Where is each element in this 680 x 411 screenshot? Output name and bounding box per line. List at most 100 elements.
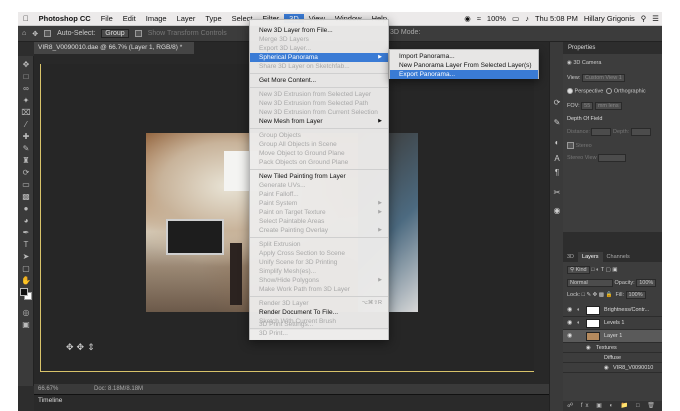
paragraph-panel-icon[interactable]: ¶ [552,168,562,177]
magic-wand-icon[interactable]: ✦ [20,96,32,106]
layer-name[interactable]: Layer 1 [604,330,622,343]
move-tool-icon[interactable]: ✥ [20,60,32,70]
tab-3d[interactable]: 3D [563,252,578,262]
menu-type[interactable]: Type [200,14,226,23]
hand-tool-icon[interactable]: ✋ [20,276,32,286]
tools-preset-icon[interactable]: ✂ [552,188,562,197]
menu-item-new-mesh-from-layer[interactable]: New Mesh from Layer ▶ [250,117,388,126]
list-icon[interactable]: ☰ [649,14,662,23]
dodge-tool-icon[interactable]: ◕ [20,216,32,226]
lasso-tool-icon[interactable]: ∞ [20,84,32,94]
visibility-eye-icon[interactable]: ◉ [586,343,591,353]
move-tool-icon[interactable]: ✥ [32,30,38,38]
menu-item-spherical-panorama[interactable]: Spherical Panorama ▶ [250,53,388,62]
distance-field[interactable] [591,128,612,136]
path-selection-icon[interactable]: ➤ [20,252,32,262]
menu-item-export-panorama[interactable]: Export Panorama... [390,70,538,79]
visibility-eye-icon[interactable]: ◉ [567,304,572,317]
menu-item-render-3d-layer[interactable]: Render 3D Layer ⌥⌘⇧R [250,299,388,308]
character-panel-icon[interactable]: A [552,154,562,163]
menu-item-new-tiled-painting[interactable]: New Tiled Painting from Layer [250,172,388,181]
search-icon[interactable]: ⚲ [638,14,650,23]
wifi-icon[interactable]: ≈ [474,14,484,23]
healing-brush-icon[interactable]: ✚ [20,132,32,142]
kind-dropdown[interactable]: ⚲ Kind [567,266,590,274]
3d-navigation-widget[interactable]: ✥✥⇕ [66,342,98,353]
clock[interactable]: Thu 5:08 PM [532,14,581,23]
menu-item-export-3d-layer[interactable]: Export 3D Layer... [250,44,388,53]
orthographic-radio[interactable] [606,88,613,94]
layer-sublist-item[interactable]: ◉ VIR8_V0090010 [563,363,662,373]
timeline-panel-tab[interactable]: Timeline [34,394,549,411]
menu-item-pack-objects[interactable]: Pack Objects on Ground Plane [250,158,388,167]
show-transform-checkbox[interactable] [134,30,142,37]
menu-item-split-extrusion[interactable]: Split Extrusion [250,240,388,249]
menu-item-paint-system[interactable]: Paint System ▶ [250,199,388,208]
brush-panel-icon[interactable]: ✎ [552,118,562,127]
fov-field[interactable]: 55 [581,102,594,110]
blend-mode-dropdown[interactable]: Normal [567,279,613,287]
layer-row[interactable]: ◉ ◐ Brightness/Contr... [563,304,662,317]
blur-tool-icon[interactable]: ● [20,204,32,214]
menu-item-painting-overlay[interactable]: Create Painting Overlay ▶ [250,226,388,235]
menu-item-group-all-objects[interactable]: Group All Objects in Scene [250,140,388,149]
menu-item-show-hide-polygons[interactable]: Show/Hide Polygons ▶ [250,276,388,285]
visibility-eye-icon[interactable]: ◉ [567,317,572,330]
stereo-checkbox[interactable] [567,142,574,149]
menu-item-select-paintable[interactable]: Select Paintable Areas [250,217,388,226]
menu-item-share-sketchfab[interactable]: Share 3D Layer on Sketchfab... [250,62,388,71]
layer-name[interactable]: Levels 1 [604,317,625,330]
visibility-eye-icon[interactable]: ◉ [567,330,572,343]
menu-item-new-panorama-layer[interactable]: New Panorama Layer From Selected Layer(s… [390,61,538,70]
menu-item-group-objects[interactable]: Group Objects [250,131,388,140]
fov-unit-dropdown[interactable]: mm lens [594,102,622,110]
depth-field[interactable] [630,128,651,136]
layer-thumbnail[interactable] [586,332,600,341]
menu-item-merge-3d-layers[interactable]: Merge 3D Layers [250,35,388,44]
menu-item-3d-print-settings[interactable]: 3D Print Settings... [250,320,388,329]
menu-item-paint-falloff[interactable]: Paint Falloff... [250,190,388,199]
layer-sublist-item[interactable]: ◉ Textures [563,343,662,353]
menu-edit[interactable]: Edit [118,14,141,23]
perspective-radio[interactable] [567,88,573,94]
menu-file[interactable]: File [96,14,118,23]
menu-app[interactable]: Photoshop CC [34,14,96,23]
eraser-icon[interactable]: ▭ [20,180,32,190]
adjustments-panel-icon[interactable]: ◐ [552,138,562,147]
layer-mask-thumbnail[interactable] [586,319,600,328]
crop-tool-icon[interactable]: ⌧ [20,108,32,118]
visibility-eye-icon[interactable]: ◉ [604,363,609,373]
tab-layers[interactable]: Layers [578,252,603,262]
auto-select-checkbox[interactable] [44,30,52,37]
history-panel-icon[interactable]: ⟳ [552,98,562,107]
zoom-level[interactable]: 66.67% [38,386,58,392]
apple-icon[interactable]:  [18,14,34,23]
menu-item-simplify-mesh[interactable]: Simplify Mesh(es)... [250,267,388,276]
menu-item-cross-section[interactable]: Apply Cross Section to Scene [250,249,388,258]
brush-tool-icon[interactable]: ✎ [20,144,32,154]
gradient-tool-icon[interactable]: ▩ [20,192,32,202]
shape-tool-icon[interactable]: ▢ [20,264,32,274]
menu-item-render-document[interactable]: Render Document To File... [250,308,388,317]
menu-item-move-to-ground[interactable]: Move Object to Ground Plane [250,149,388,158]
home-icon[interactable]: ⌂ [22,30,26,37]
marquee-tool-icon[interactable]: □ [20,72,32,82]
layer-name[interactable]: Brightness/Contr... [604,304,649,317]
menu-layer[interactable]: Layer [172,14,201,23]
history-brush-icon[interactable]: ⟳ [20,168,32,178]
foreground-color-swatch[interactable] [20,288,28,296]
document-size[interactable]: Doc: 8.18M/8.18M [94,384,143,394]
pen-tool-icon[interactable]: ✒ [20,228,32,238]
stereo-view-dropdown[interactable] [598,154,627,162]
creative-cloud-icon[interactable]: ◉ [461,14,474,23]
battery-icon[interactable]: ▭ [509,14,522,23]
layers-footer-buttons[interactable]: ☍ fx ▣ ◐ 📁 □ 🗑 [563,401,662,411]
menu-item-paint-target-texture[interactable]: Paint on Target Texture ▶ [250,208,388,217]
type-tool-icon[interactable]: T [20,240,32,250]
menu-item-get-more-content[interactable]: Get More Content... [250,76,388,85]
menu-item-generate-uvs[interactable]: Generate UVs... [250,181,388,190]
opacity-field[interactable]: 100% [636,279,657,287]
menu-item-extrusion-path[interactable]: New 3D Extrusion from Selected Path [250,99,388,108]
eyedropper-icon[interactable]: ⁄ [20,120,32,130]
layer-row-selected[interactable]: ◉ Layer 1 [563,330,662,343]
